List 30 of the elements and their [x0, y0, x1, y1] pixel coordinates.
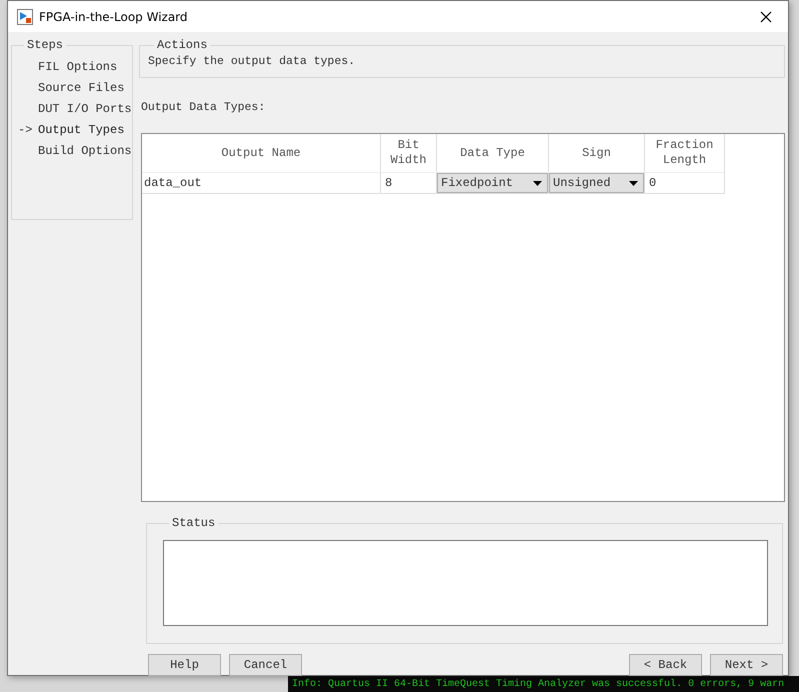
- window-title: FPGA-in-the-Loop Wizard: [39, 10, 189, 24]
- dropdown[interactable]: Fixedpoint: [437, 173, 548, 193]
- column-header: Data Type: [437, 134, 549, 172]
- dropdown[interactable]: Unsigned: [549, 173, 644, 193]
- console-line: Info: Quartus II 64-Bit TimeQuest Timing Analyzer was successful. 0 errors, 9 warn: [292, 678, 784, 690]
- table-cell: data_out: [142, 172, 381, 194]
- group-title: Steps: [26, 38, 64, 52]
- step-item[interactable]: DUT I/O Ports: [38, 102, 132, 116]
- column-header: Fraction Length: [645, 134, 725, 172]
- close-icon: [760, 10, 772, 22]
- group-title: Status: [171, 516, 216, 530]
- current-step-marker: ->: [18, 122, 34, 136]
- column-header: Bit Width: [381, 134, 437, 172]
- section-label: Output Data Types:: [141, 101, 266, 114]
- app-icon: [17, 8, 33, 24]
- group-title: Actions: [156, 38, 208, 52]
- step-item[interactable]: Build Options: [38, 144, 132, 158]
- step-item[interactable]: Source Files: [38, 80, 124, 94]
- caret-icon: [533, 180, 542, 186]
- caret-icon: [629, 180, 638, 186]
- column-header: Output Name: [142, 134, 381, 172]
- step-item[interactable]: Output Types: [38, 122, 124, 136]
- table-cell: 0: [645, 172, 725, 194]
- wizard-button[interactable]: Cancel: [229, 654, 302, 676]
- column-header: Sign: [549, 134, 645, 172]
- wizard-button[interactable]: Help: [148, 654, 221, 676]
- wizard-button[interactable]: Next >: [710, 654, 783, 676]
- wizard-button[interactable]: < Back: [629, 654, 702, 676]
- instruction-text: Specify the output data types.: [148, 55, 356, 68]
- step-item[interactable]: FIL Options: [38, 60, 118, 74]
